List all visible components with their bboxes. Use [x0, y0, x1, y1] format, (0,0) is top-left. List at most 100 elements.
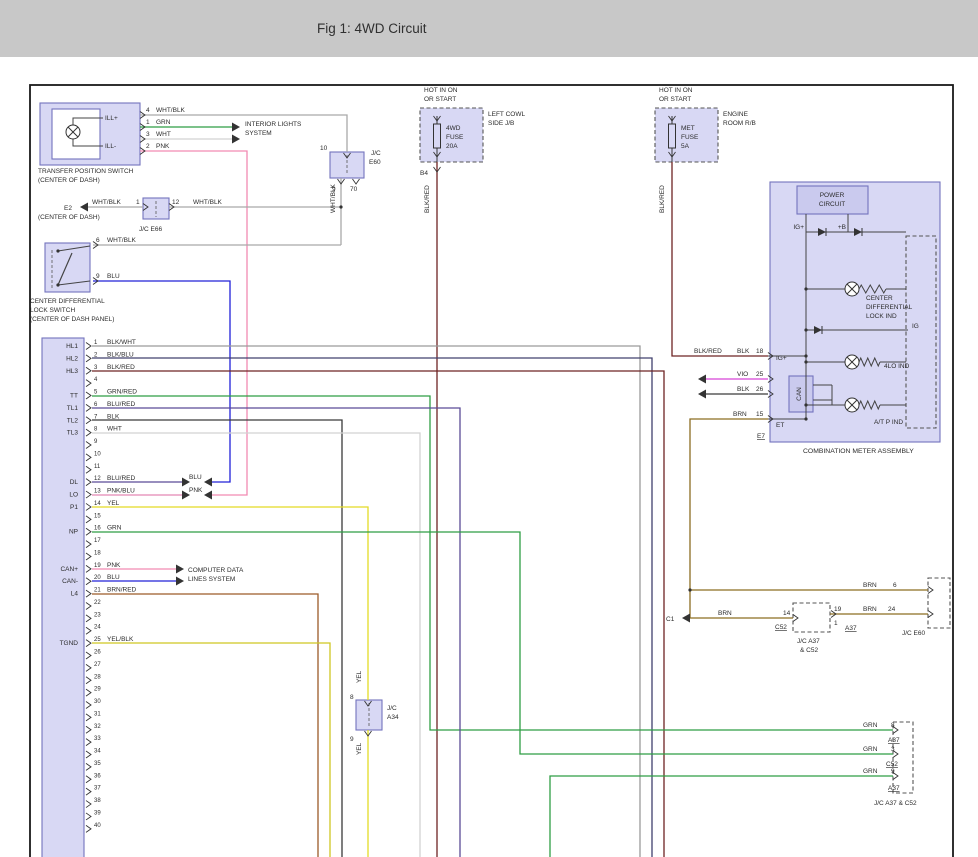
ecu-pin-number: 33 [94, 736, 101, 742]
flow-arrow [176, 565, 184, 574]
diagram-label: C1 [666, 616, 675, 623]
pin-chevron [86, 454, 91, 461]
pin-chevron [86, 355, 91, 362]
junction-dot [804, 354, 807, 357]
flow-arrow [698, 390, 706, 399]
pin-chevron [86, 466, 91, 473]
jc-a37-c52-bottom [893, 722, 913, 793]
diagram-label: WHT/BLK [193, 199, 223, 206]
ecu-pin-number: 16 [94, 526, 101, 532]
diagram-label: YEL [356, 742, 363, 755]
diagram-label: TRANSFER POSITION SWITCH [38, 168, 134, 175]
pin-chevron [86, 417, 91, 424]
ecu-pin-number: 32 [94, 724, 101, 730]
diagram-label: 4 [146, 107, 150, 114]
diagram-label: CIRCUIT [819, 201, 845, 208]
pin-chevron [86, 590, 91, 597]
diagram-label: 26 [756, 386, 764, 393]
ecu-pin-number: 15 [94, 513, 101, 519]
diagram-label: OR START [424, 96, 456, 103]
diagram-label: 6 [96, 237, 100, 244]
diagram-label: 24 [888, 606, 896, 613]
ecu-pin-number: 5 [94, 390, 98, 396]
pin-chevron [793, 615, 798, 622]
diagram-label: 15 [756, 411, 764, 418]
junction-dot [339, 205, 342, 208]
ecu-wire-label: BLU/RED [107, 401, 135, 408]
ecu-wire-label: PNK/BLU [107, 488, 135, 495]
pin-chevron [86, 751, 91, 758]
ecu-pin-number: 28 [94, 674, 101, 680]
ecu-terminal-label: TL3 [67, 430, 79, 437]
flow-arrow [698, 375, 706, 384]
ecu-terminal-label: TL1 [67, 405, 79, 412]
pin-chevron [86, 578, 91, 585]
ecu-terminal-label: HL1 [66, 343, 78, 350]
diagram-label: 25 [756, 371, 764, 378]
diagram-label: E7 [757, 433, 765, 440]
diagram-label: ILL+ [105, 115, 118, 122]
pin-chevron [86, 541, 91, 548]
ecu-5-grnred [92, 396, 893, 730]
ecu-pin-number: 31 [94, 711, 101, 717]
page: Fig 1: 4WD Circuit 123456789101112131415… [0, 0, 978, 857]
junction-dot [688, 588, 691, 591]
pin-chevron [86, 615, 91, 622]
diagram-label: SIDE J/B [488, 120, 514, 127]
diagram-label: 4WD [446, 125, 461, 132]
ecu-pin-number: 24 [94, 625, 101, 631]
pin-chevron [86, 429, 91, 436]
diagram-label: BLK [737, 386, 750, 393]
ecu-terminal-label: NP [69, 529, 78, 536]
diagram-label: 4LO IND [884, 363, 910, 370]
junction-dot [56, 249, 59, 252]
diagram-label: PNK [156, 143, 170, 150]
ecu-pin-number: 36 [94, 773, 101, 779]
diagram-label: (CENTER OF DASH) [38, 177, 100, 184]
ecu-25-yelblk [92, 643, 330, 857]
diagram-label: J/C [387, 705, 397, 712]
meter-15-brn [690, 419, 768, 618]
diagram-label: 3 [891, 746, 895, 753]
junction-dot [804, 403, 807, 406]
diagram-label: ET [776, 422, 784, 429]
tps-pin4-whtblk [140, 115, 347, 152]
ecu-terminal-label: TGND [60, 640, 79, 647]
flow-arrow [204, 491, 212, 500]
flow-arrow [204, 478, 212, 487]
diagram-label: 1 [834, 620, 838, 627]
ecu-pin-number: 18 [94, 550, 101, 556]
diagram-label: GRN [156, 119, 171, 126]
pin-chevron [86, 801, 91, 808]
pin-chevron [86, 343, 91, 350]
diagram-label: HOT IN ON [659, 87, 693, 94]
diagram-label: GRN [863, 746, 878, 753]
ecu-terminal-label: LO [69, 492, 78, 499]
pin-chevron [86, 553, 91, 560]
pin-chevron [86, 404, 91, 411]
diagram-label: MET [681, 125, 695, 132]
diagram-label: BLK/RED [424, 185, 431, 213]
ecu-wire-label: BLK [107, 413, 120, 420]
diagram-label: A/T P IND [874, 419, 903, 426]
ecu-pin-number: 6 [94, 402, 98, 408]
diagram-label: CAN [796, 387, 803, 401]
ecu-pin-number: 23 [94, 612, 101, 618]
flow-arrow [176, 577, 184, 586]
pin-chevron [86, 491, 91, 498]
diagram-label: 12 [172, 199, 180, 206]
diagram-label: A37 [888, 785, 900, 792]
ecu-terminal-label: TT [70, 393, 78, 400]
ecu-3-blkred [92, 371, 664, 857]
pin-chevron [86, 479, 91, 486]
ecu-wire-label: WHT [107, 426, 122, 433]
ecu-14-yel [92, 507, 368, 700]
diagram-label: J/C E66 [139, 226, 163, 233]
ecu-wire-label: BRN/RED [107, 587, 137, 594]
diagram-label: IG [912, 323, 919, 330]
ecu-pin-number: 39 [94, 810, 101, 816]
pin-chevron [86, 726, 91, 733]
diagram-label: GRN [863, 768, 878, 775]
ecu-pin-number: 17 [94, 538, 101, 544]
diagram-label: (CENTER OF DASH PANEL) [30, 316, 114, 323]
